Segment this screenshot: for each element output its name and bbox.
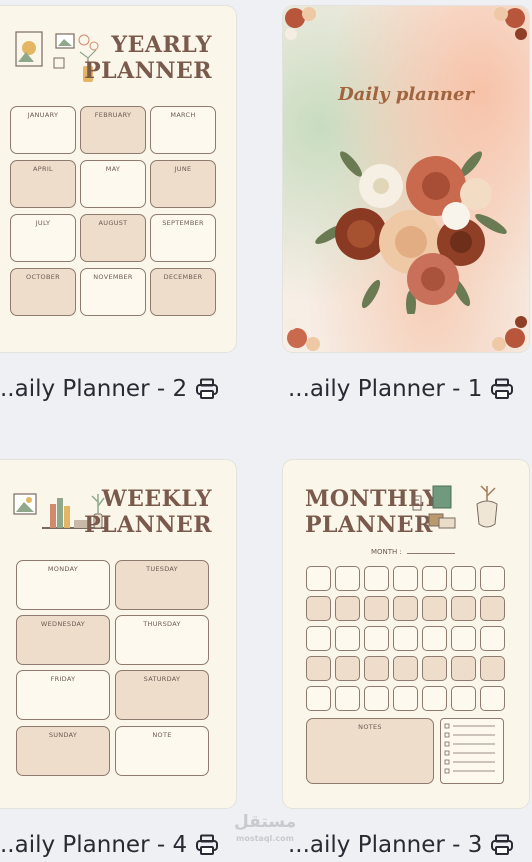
yearly-planner-card[interactable]: YEARLY PLANNER JANUARY FEBRUARY MARCH AP…	[0, 6, 236, 352]
calendar-cell	[422, 566, 447, 591]
month-box: JULY	[10, 214, 76, 262]
day-box: MONDAY	[16, 560, 110, 610]
calendar-cell	[480, 626, 505, 651]
calendar-cell	[306, 566, 331, 591]
watermark-url: mostaql.com	[236, 834, 294, 843]
day-box: SUNDAY	[16, 726, 110, 776]
calendar-cell	[364, 656, 389, 681]
page-title: WEEKLY PLANNER	[84, 486, 212, 538]
day-box: FRIDAY	[16, 670, 110, 720]
month-label: MONTH :	[371, 548, 456, 556]
watermark-logo: مستقل	[234, 812, 297, 832]
notes-box: NOTES	[306, 718, 434, 784]
month-box: MAY	[80, 160, 146, 208]
calendar-cell	[422, 686, 447, 711]
checklist	[440, 718, 504, 784]
calendar-cell	[393, 686, 418, 711]
month-box: NOVEMBER	[80, 268, 146, 316]
calendar-grid	[306, 566, 510, 712]
month-box: APRIL	[10, 160, 76, 208]
calendar-cell	[306, 656, 331, 681]
calendar-cell	[480, 596, 505, 621]
calendar-cell	[393, 626, 418, 651]
calendar-cell	[364, 686, 389, 711]
monthly-planner-card[interactable]: MONTHLY PLANNER MONTH : NOTES	[283, 460, 529, 808]
note-box: NOTE	[115, 726, 209, 776]
calendar-cell	[393, 596, 418, 621]
corner-flowers-icon	[285, 7, 527, 351]
calendar-cell	[393, 656, 418, 681]
weekly-planner-card[interactable]: WEEKLY PLANNER MONDAY TUESDAY WEDNESDAY …	[0, 460, 236, 808]
calendar-cell	[306, 596, 331, 621]
calendar-cell	[335, 626, 360, 651]
card-caption[interactable]: ...aily Planner - 3	[288, 828, 514, 862]
calendar-cell	[335, 686, 360, 711]
printer-icon	[490, 834, 514, 856]
month-box: SEPTEMBER	[150, 214, 216, 262]
calendar-cell	[422, 626, 447, 651]
calendar-cell	[451, 656, 476, 681]
calendar-cell	[480, 686, 505, 711]
calendar-cell	[451, 566, 476, 591]
daily-planner-card[interactable]: Daily planner	[283, 6, 529, 352]
month-box: FEBRUARY	[80, 106, 146, 154]
calendar-cell	[480, 656, 505, 681]
calendar-cell	[422, 656, 447, 681]
calendar-cell	[451, 686, 476, 711]
calendar-cell	[480, 566, 505, 591]
page-title: YEARLY PLANNER	[84, 32, 212, 84]
month-box: AUGUST	[80, 214, 146, 262]
card-caption[interactable]: ..aily Planner - 4	[0, 828, 219, 862]
calendar-cell	[306, 686, 331, 711]
calendar-cell	[422, 596, 447, 621]
day-box: TUESDAY	[115, 560, 209, 610]
calendar-cell	[364, 626, 389, 651]
calendar-cell	[364, 596, 389, 621]
calendar-cell	[335, 596, 360, 621]
month-box: MARCH	[150, 106, 216, 154]
day-box: SATURDAY	[115, 670, 209, 720]
calendar-cell	[306, 626, 331, 651]
calendar-cell	[335, 566, 360, 591]
calendar-cell	[364, 566, 389, 591]
printer-icon	[195, 834, 219, 856]
month-box: JANUARY	[10, 106, 76, 154]
card-caption[interactable]: ..aily Planner - 2	[0, 372, 219, 406]
calendar-cell	[335, 656, 360, 681]
day-box: WEDNESDAY	[16, 615, 110, 665]
month-box: JUNE	[150, 160, 216, 208]
month-box: DECEMBER	[150, 268, 216, 316]
desk-decoration-icon	[412, 485, 498, 529]
day-box: THURSDAY	[115, 615, 209, 665]
calendar-cell	[451, 626, 476, 651]
card-caption[interactable]: ...aily Planner - 1	[288, 372, 514, 406]
month-box: OCTOBER	[10, 268, 76, 316]
printer-icon	[490, 378, 514, 400]
calendar-cell	[393, 566, 418, 591]
calendar-cell	[451, 596, 476, 621]
printer-icon	[195, 378, 219, 400]
